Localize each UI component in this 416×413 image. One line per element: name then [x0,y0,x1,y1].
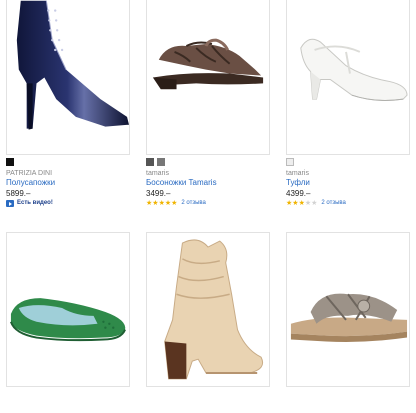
product-image-ankle-boot[interactable] [6,0,130,155]
product-name-link[interactable]: Полусапожки [6,178,130,188]
rating-stars: ★★★★★ [146,199,177,208]
product-price: 5899.– [6,189,31,198]
product-image-platform-slide[interactable] [286,232,410,387]
product-card[interactable]: PATRIZIA DINI Полусапожки 5899.– Есть ви… [6,0,130,208]
product-rating: ★★★★★ 2 отзыва [286,199,410,208]
color-swatches [6,158,130,166]
reviews-link[interactable]: 2 отзыва [321,199,345,208]
product-rating: ★★★★★ 2 отзыва [146,199,270,208]
product-card[interactable]: tamaris Туфли 4399.– ★★★★★ 2 отзыва [286,0,410,208]
color-swatch[interactable] [6,158,14,166]
product-card[interactable] [286,232,410,387]
product-image-ballet-flat[interactable] [6,232,130,387]
color-swatch[interactable] [286,158,294,166]
color-swatches [146,158,270,166]
sandal-image [152,38,264,90]
product-image-sandal[interactable] [146,0,270,155]
ankle-boot-image [16,0,129,130]
cowboy-boot-image [164,239,264,380]
product-card[interactable] [146,232,270,387]
product-image-pump[interactable] [286,0,410,155]
product-name-link[interactable]: Туфли [286,178,410,188]
ballet-flat-image [10,298,126,342]
video-badge[interactable]: Есть видео! [6,199,130,208]
color-swatch[interactable] [146,158,154,166]
video-icon [6,200,14,207]
color-swatch[interactable] [157,158,165,166]
product-brand: tamaris [146,170,169,177]
product-card[interactable]: tamaris Босоножки Tamaris 3499.– ★★★★★ 2… [146,0,270,208]
product-image-cowboy-boot[interactable] [146,232,270,387]
rating-stars: ★★★★★ [286,199,317,208]
reviews-link[interactable]: 2 отзыва [181,199,205,208]
star-icon: ★ [171,200,178,207]
product-price: 3499.– [146,189,171,198]
star-icon: ★ [311,200,318,207]
color-swatches [286,158,410,166]
platform-slide-image [290,293,408,342]
product-card[interactable] [6,232,130,387]
product-price: 4399.– [286,189,311,198]
product-brand: PATRIZIA DINI [6,170,53,177]
video-label: Есть видео! [17,200,53,206]
product-brand: tamaris [286,170,309,177]
product-name-link[interactable]: Босоножки Tamaris [146,178,270,188]
pump-image [300,38,408,101]
